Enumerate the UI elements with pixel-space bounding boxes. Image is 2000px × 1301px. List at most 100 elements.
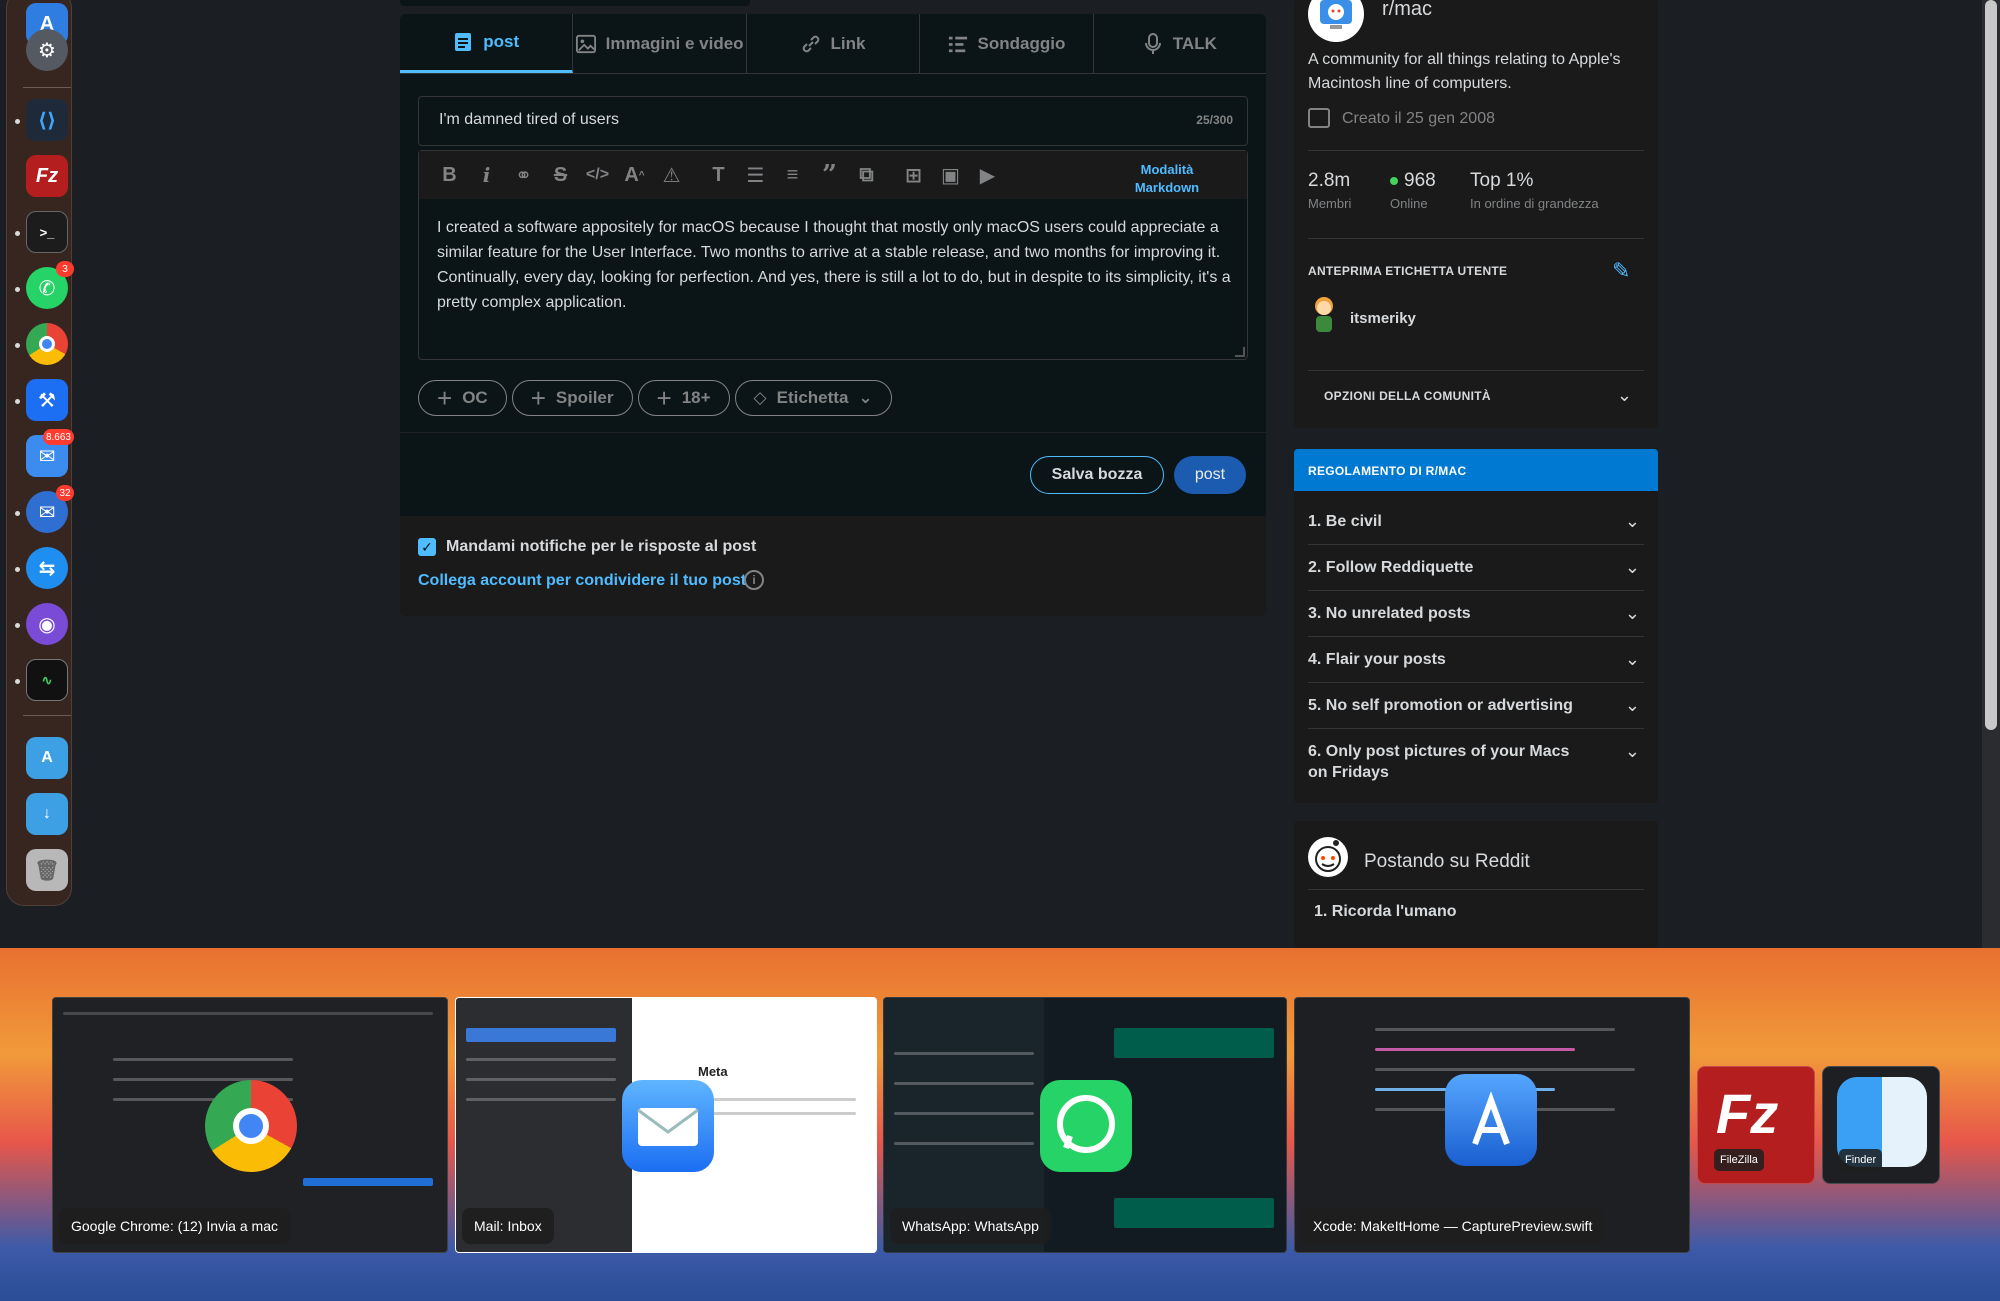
running-indicator (15, 343, 20, 348)
trash-icon[interactable]: 🗑 (26, 849, 68, 891)
rule-text: 3. No unrelated posts (1308, 605, 1471, 622)
oc-tag-button[interactable]: + OC (418, 380, 507, 416)
online-dot (1390, 176, 1398, 185)
body-editor[interactable]: B i ⚭ S </> A ^ ⚠ T ☰ ≡ ” ⧉ ⊞ ▣ ▶ Modalit… (418, 150, 1248, 360)
whatsapp-icon[interactable]: ✆ 3 (26, 261, 74, 309)
vscode-icon[interactable]: ⟨⟩ (26, 99, 68, 141)
running-indicator (15, 231, 20, 236)
posting-rule: 1. Ricorda l'umano (1314, 903, 1457, 920)
window-thumbnail-mail[interactable]: Meta Mail: Inbox (455, 997, 877, 1253)
tab-link[interactable]: Link (747, 14, 921, 73)
tab-post[interactable]: post (400, 14, 574, 73)
switcher-app-filezilla[interactable]: Fz FileZilla (1697, 1066, 1815, 1184)
save-draft-button[interactable]: Salva bozza (1030, 456, 1164, 494)
subreddit-avatar (1308, 0, 1364, 42)
rules-title: REGOLAMENTO DI R/MAC (1308, 464, 1467, 478)
scrollbar-thumb[interactable] (1985, 0, 1997, 730)
github-desktop-icon[interactable]: ◉ (26, 603, 68, 645)
bold-icon[interactable]: B (431, 160, 468, 190)
nsfw-tag-button[interactable]: +18+ (637, 380, 730, 416)
dock-separator (23, 715, 71, 716)
community-options-dropdown[interactable]: OPZIONI DELLA COMUNITÀ ⌄ (1308, 370, 1644, 414)
chevron-down-icon: ⌄ (1624, 741, 1640, 761)
reddit-snoo-icon (1308, 837, 1348, 877)
notify-checkbox[interactable]: ✓ (418, 538, 436, 556)
connect-accounts-link[interactable]: Collega account per condividere il tuo p… (418, 572, 746, 590)
switcher-app-finder[interactable]: Finder (1822, 1066, 1940, 1184)
dock-separator (23, 87, 71, 88)
code-block-icon[interactable]: ⧉ (848, 160, 885, 190)
info-icon[interactable]: i (744, 570, 764, 590)
members-label: Membri (1308, 196, 1352, 211)
online-stat: 968 Online (1390, 170, 1436, 211)
chevron-down-icon: ⌄ (1624, 557, 1640, 577)
running-indicator (15, 511, 20, 516)
downloads-folder-icon[interactable]: ↓ (26, 793, 68, 835)
window-label: Xcode: MakeItHome — CapturePreview.swift (1301, 1208, 1605, 1244)
terminal-icon[interactable]: >_ (26, 211, 68, 253)
rule-item[interactable]: 3. No unrelated posts ⌄ (1308, 595, 1644, 637)
video-icon[interactable]: ▶ (969, 160, 1006, 190)
resize-handle[interactable] (1235, 347, 1245, 357)
teamviewer-icon[interactable]: ⇆ (26, 547, 68, 589)
meta-logo: Meta (698, 1064, 728, 1079)
applications-folder-icon[interactable]: A (26, 737, 68, 779)
tab-talk[interactable]: TALK (1094, 14, 1266, 73)
plus-icon: + (656, 382, 672, 413)
subreddit-name[interactable]: r/mac (1382, 0, 1432, 21)
tab-images-video[interactable]: Immagini e video (573, 14, 747, 73)
post-submit-button[interactable]: post (1174, 456, 1246, 494)
heading-icon[interactable]: T (700, 160, 737, 190)
pencil-icon[interactable]: ✎ (1612, 258, 1638, 284)
rule-text: 2. Follow Reddiquette (1308, 559, 1474, 576)
microphone-icon (1143, 32, 1163, 54)
italic-icon[interactable]: i (468, 160, 505, 190)
spoiler-icon[interactable]: ⚠ (653, 160, 690, 190)
superscript-icon[interactable]: A ^ (616, 160, 653, 190)
tab-label: post (483, 32, 520, 51)
rule-item[interactable]: 5. No self promotion or advertising ⌄ (1308, 687, 1644, 729)
tab-label: TALK (1172, 33, 1217, 53)
rule-item[interactable]: 1. Be civil ⌄ (1308, 503, 1644, 545)
inline-code-icon[interactable]: </> (579, 160, 616, 190)
rule-text: 1. Be civil (1308, 513, 1382, 530)
title-char-counter: 25/300 (1196, 113, 1233, 127)
mail-badge: 8.663 (42, 429, 74, 445)
rule-item[interactable]: 2. Follow Reddiquette ⌄ (1308, 549, 1644, 591)
tab-poll[interactable]: Sondaggio (920, 14, 1094, 73)
scrollbar[interactable] (1982, 0, 2000, 948)
thunderbird-icon[interactable]: ✉ 32 (26, 485, 74, 533)
mail-icon[interactable]: ✉ 8.663 (26, 429, 74, 477)
spoiler-tag-button[interactable]: + Spoiler (511, 380, 633, 416)
chrome-icon (205, 1080, 297, 1172)
numbered-list-icon[interactable]: ≡ (774, 160, 811, 190)
quote-block-icon[interactable]: ” (811, 160, 848, 190)
activity-monitor-icon[interactable]: ∿ (26, 659, 68, 701)
window-thumbnail-xcode[interactable]: Xcode: MakeItHome — CapturePreview.swift (1294, 997, 1690, 1253)
rule-item[interactable]: 4. Flair your posts ⌄ (1308, 641, 1644, 683)
tag-label: Spoiler (555, 388, 614, 407)
tag-label: 18+ (681, 388, 711, 407)
image-icon[interactable]: ▣ (932, 160, 969, 190)
link-icon[interactable]: ⚭ (505, 160, 542, 190)
markdown-mode-toggle[interactable]: Modalità Markdown (1117, 161, 1217, 197)
plus-icon: + (437, 382, 453, 413)
flair-dropdown[interactable]: ◇ Etichetta ⌄ (734, 380, 892, 416)
filezilla-icon[interactable]: Fz (26, 155, 68, 197)
system-settings-icon[interactable]: ⚙ (26, 29, 68, 71)
whatsapp-badge: 3 (56, 261, 74, 277)
chrome-icon[interactable] (26, 323, 68, 365)
xcode-icon[interactable]: ⚒ (26, 379, 68, 421)
app-label: Finder (1839, 1149, 1883, 1171)
window-thumbnail-whatsapp[interactable]: WhatsApp: WhatsApp (883, 997, 1287, 1253)
table-icon[interactable]: ⊞ (895, 160, 932, 190)
window-thumbnail-chrome[interactable]: Google Chrome: (12) Invia a mac (52, 997, 448, 1253)
post-type-tabs: post Immagini e video Link Sondaggio TAL… (400, 14, 1266, 74)
divider (1308, 889, 1644, 890)
rule-text: 4. Flair your posts (1308, 651, 1446, 668)
strikethrough-icon[interactable]: S (542, 160, 579, 190)
rule-item[interactable]: 6. Only post pictures of your Macs on Fr… (1308, 733, 1644, 791)
title-input[interactable]: I'm damned tired of users 25/300 (418, 96, 1248, 146)
subreddit-description: A community for all things relating to A… (1308, 51, 1621, 92)
bulleted-list-icon[interactable]: ☰ (737, 160, 774, 190)
